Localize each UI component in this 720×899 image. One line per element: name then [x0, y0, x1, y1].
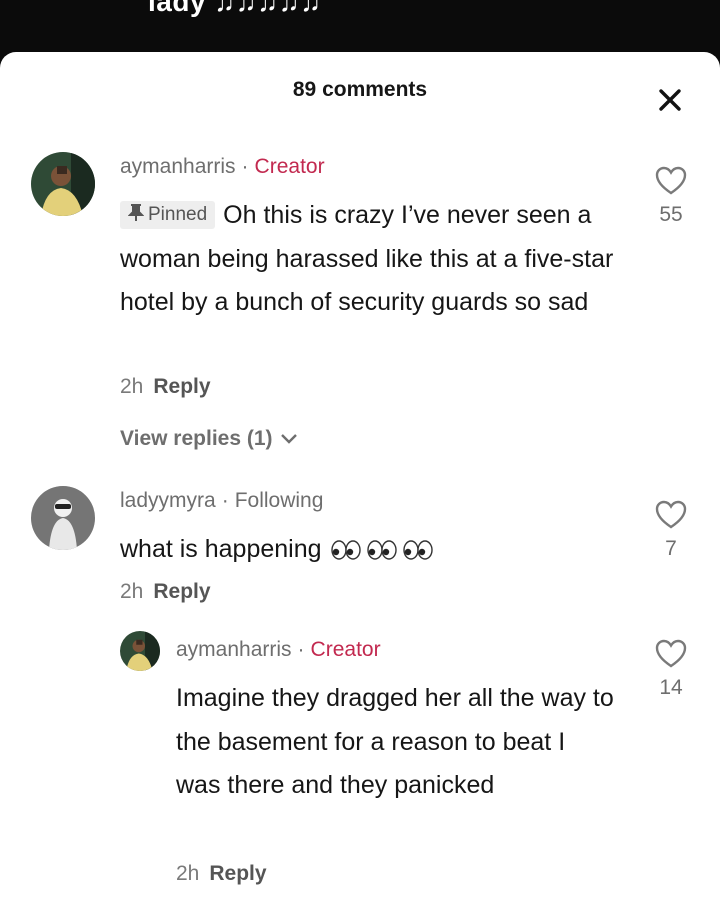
comment-text: Pinned Oh this is crazy I’ve never seen a…	[120, 194, 630, 325]
pin-icon	[127, 204, 145, 221]
like-button[interactable]: 7	[651, 500, 691, 561]
comments-sheet: 89 comments aymanharris · Creator Pinned Oh…	[0, 52, 720, 899]
reply-button[interactable]: Reply	[153, 375, 210, 398]
reply-body: Imagine they dragged her all the way to …	[176, 684, 614, 799]
pinned-badge: Pinned	[120, 201, 216, 229]
reply-button[interactable]: Reply	[153, 580, 210, 603]
heart-icon	[655, 166, 687, 195]
username-text[interactable]: aymanharris	[176, 638, 292, 661]
avatar[interactable]	[120, 631, 160, 671]
comments-count-title: 89 comments	[292, 78, 428, 101]
view-replies-label[interactable]: View replies (1)	[120, 427, 273, 450]
like-button[interactable]: 55	[651, 166, 691, 227]
reply-meta: 2h Reply	[176, 862, 267, 886]
comment-text: what is happening	[120, 528, 630, 572]
reply-username[interactable]: aymanharris · Creator	[176, 638, 381, 662]
creator-badge: Creator	[254, 155, 325, 178]
eyes-emoji	[330, 540, 433, 561]
separator: ·	[241, 155, 249, 178]
comment-meta: 2h Reply	[120, 580, 211, 604]
like-count: 14	[659, 676, 683, 699]
reply-text: Imagine they dragged her all the way to …	[176, 677, 616, 808]
chevron-down-icon	[281, 434, 298, 444]
comment-body: what is happening	[120, 535, 322, 563]
reply-button[interactable]: Reply	[209, 862, 266, 885]
pinned-label: Pinned	[148, 204, 208, 225]
comment-time: 2h	[120, 580, 144, 603]
comment-username[interactable]: aymanharris · Creator	[120, 155, 325, 179]
following-badge: Following	[234, 489, 324, 512]
like-count: 55	[659, 203, 683, 226]
close-button[interactable]	[650, 80, 690, 120]
view-replies-button[interactable]: View replies (1)	[120, 427, 298, 451]
username-text[interactable]: aymanharris	[120, 155, 236, 178]
like-button[interactable]: 14	[651, 639, 691, 700]
like-count: 7	[665, 537, 677, 560]
comment-username[interactable]: ladyymyra · Following	[120, 489, 323, 513]
avatar[interactable]	[31, 152, 95, 216]
video-caption: lady ♫♫♫♫♫	[148, 0, 322, 17]
comment-meta: 2h Reply	[120, 375, 211, 399]
heart-icon	[655, 639, 687, 668]
avatar[interactable]	[31, 486, 95, 550]
video-background: lady ♫♫♫♫♫	[0, 0, 720, 56]
creator-badge: Creator	[310, 638, 381, 661]
reply-time: 2h	[176, 862, 200, 885]
heart-icon	[655, 500, 687, 529]
close-icon	[659, 89, 681, 111]
separator: ·	[297, 638, 305, 661]
comment-time: 2h	[120, 375, 144, 398]
username-text[interactable]: ladyymyra	[120, 489, 216, 512]
separator: ·	[221, 489, 229, 512]
